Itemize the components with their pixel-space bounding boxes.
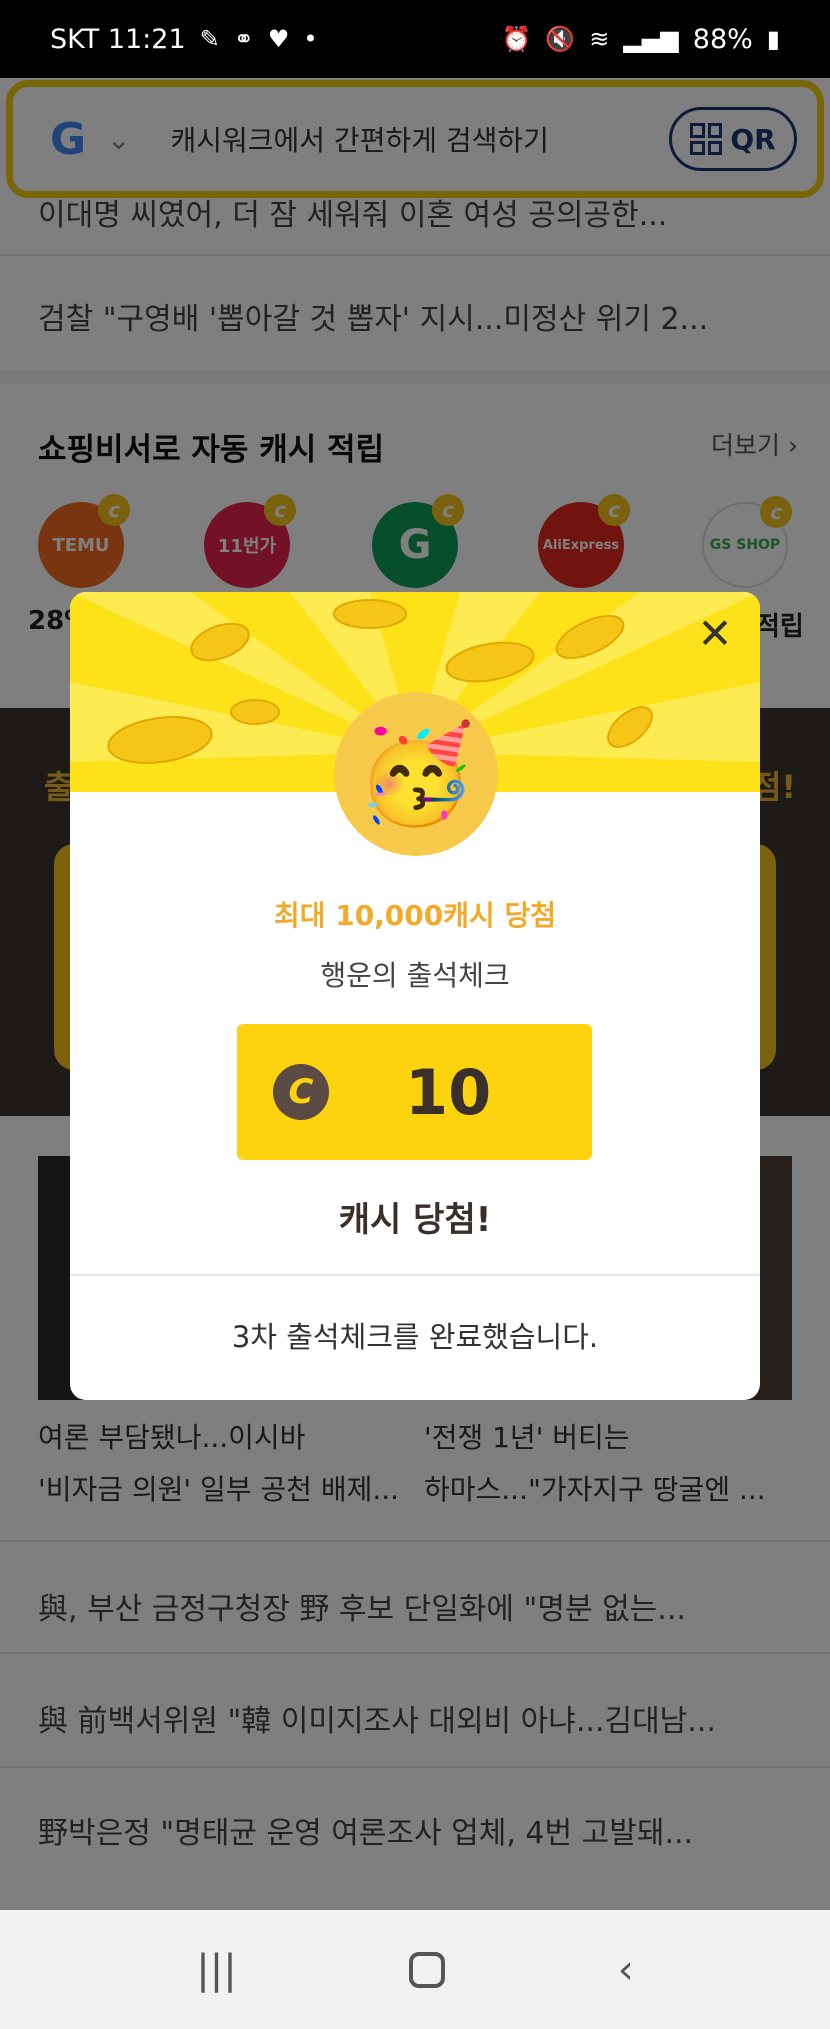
pen-icon: ✎ bbox=[199, 25, 220, 53]
mute-icon: 🔇 bbox=[545, 25, 576, 53]
system-nav-bar: ||| ‹ bbox=[0, 1910, 830, 2029]
back-icon[interactable]: ‹ bbox=[618, 1947, 634, 1993]
modal-divider bbox=[70, 1274, 760, 1276]
win-headline: 최대 10,000캐시 당첨 bbox=[273, 899, 557, 932]
party-face-emoji-icon: 🥳 bbox=[334, 692, 498, 856]
win-subtitle: 행운의 출석체크 bbox=[320, 959, 510, 992]
recent-apps-icon[interactable]: ||| bbox=[196, 1947, 236, 1993]
dot-icon: • bbox=[303, 25, 318, 53]
alarm-icon: ⏰ bbox=[501, 25, 532, 53]
carrier-time: SKT 11:21 bbox=[50, 23, 186, 55]
status-bar: SKT 11:21 ✎ ⚭ ♥ • ⏰ 🔇 ≋ ▂▄▆ 88% ▮ bbox=[0, 0, 830, 78]
home-icon[interactable] bbox=[409, 1951, 446, 1988]
win-result: 캐시 당첨! bbox=[338, 1200, 492, 1240]
battery-icon: ▮ bbox=[766, 25, 780, 53]
attendance-reward-modal: ✕ 🥳 최대 10,000캐시 당첨 행운의 출석체크 C 10 캐시 당첨! … bbox=[70, 592, 760, 1400]
close-icon[interactable]: ✕ bbox=[692, 609, 738, 658]
heart-icon: ♥ bbox=[267, 25, 290, 53]
battery-level: 88% bbox=[692, 23, 753, 55]
voicemail-icon: ⚭ bbox=[233, 25, 254, 53]
modal-footer-message: 3차 출석체크를 완료했습니다. bbox=[231, 1320, 599, 1354]
signal-icon: ▂▄▆ bbox=[623, 25, 679, 53]
wifi-icon: ≋ bbox=[589, 25, 610, 53]
cash-amount: 10 bbox=[405, 1055, 492, 1129]
cash-amount-box: C 10 bbox=[237, 1024, 592, 1160]
cash-coin-icon: C bbox=[273, 1064, 329, 1120]
